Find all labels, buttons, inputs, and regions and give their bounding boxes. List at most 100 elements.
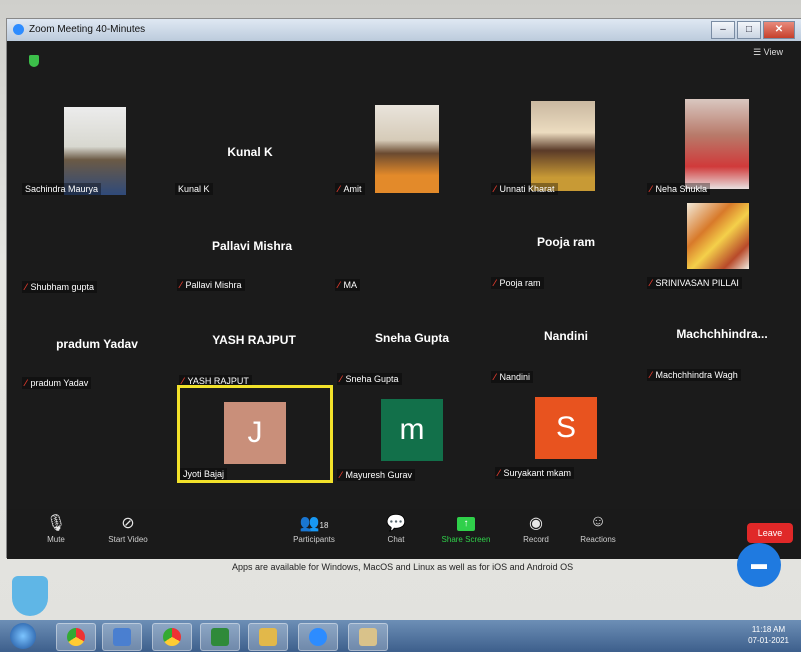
muted-mic-icon: ⁄ [494,278,496,288]
participant-video [531,101,595,191]
start-video-button[interactable]: ⊘ Start Video [93,513,163,544]
chat-icon: 💬 [386,515,406,532]
participant-tile[interactable]: Nandini ⁄ Nandini [491,293,641,383]
participant-tile[interactable]: m ⁄ Mayuresh Gurav [337,385,487,481]
shield-app-icon [12,576,48,616]
participant-tile[interactable]: ⁄ Neha Shukla [647,99,797,195]
windows-taskbar: 11:18 AM 07-01-2021 [0,620,801,652]
microphone-icon: 🎙 [45,515,67,532]
taskbar-chrome-2[interactable] [152,623,192,651]
zoom-icon [309,628,327,646]
participant-name: ⁄ Machchhindra Wagh [647,369,741,381]
participant-name: ⁄ Sneha Gupta [337,373,402,385]
minimize-button[interactable]: – [711,21,735,39]
security-shield-icon[interactable] [29,55,39,67]
participant-tile[interactable]: Pallavi Mishra ⁄ Pallavi Mishra [177,201,327,291]
chat-button[interactable]: 💬 Chat [361,513,431,544]
reactions-button[interactable]: ☺ Reactions [563,513,633,544]
participant-tile[interactable]: ⁄ Shubham gupta [22,201,172,293]
participant-name: Sachindra Maurya [22,183,102,195]
maximize-button[interactable]: □ [737,21,761,39]
participant-tile[interactable]: Machchhindra... ⁄ Machchhindra Wagh [647,291,797,381]
participant-tile[interactable]: ⁄ SRINIVASAN PILLAI [647,199,797,289]
participant-center-name: pradum Yadav [56,337,138,351]
mute-label: Mute [47,535,65,544]
paint-icon [359,628,377,646]
participant-tile[interactable]: pradum Yadav ⁄ pradum Yadav [22,297,172,389]
participant-tile[interactable]: ⁄ MA [335,201,485,291]
muted-mic-icon: ⁄ [494,372,496,382]
leave-button[interactable]: Leave [747,523,793,543]
meeting-toolbar: 🎙 Mute ⊘ Start Video 👥18 Participants 💬 … [7,509,801,559]
participant-tile[interactable]: Kunal K Kunal K [175,105,325,195]
folder-icon [259,628,277,646]
close-button[interactable]: ✕ [763,21,795,39]
window-title: Zoom Meeting 40-Minutes [29,24,146,35]
start-video-label: Start Video [108,535,148,544]
avatar-m: m [381,399,443,461]
muted-mic-icon: ⁄ [650,370,652,380]
participant-name: ⁄ Pallavi Mishra [177,279,245,291]
participant-name: ⁄ pradum Yadav [22,377,92,389]
taskbar-chrome[interactable] [56,623,96,651]
zoom-logo-icon [13,24,24,35]
taskbar-paint[interactable] [348,623,388,651]
participant-center-name: Kunal K [227,145,273,159]
muted-mic-icon: ⁄ [340,374,342,384]
participant-name: ⁄ Pooja ram [491,277,544,289]
share-screen-button[interactable]: ↑ Share Screen [431,513,501,544]
view-button[interactable]: ☰ View [753,47,783,58]
share-screen-label: Share Screen [441,535,491,544]
participant-tile[interactable]: ⁄ Amit [335,99,485,195]
zoom-window: Zoom Meeting 40-Minutes – □ ✕ ☰ View Sac… [6,18,801,559]
participants-icon: 👥18 [299,515,329,532]
mute-button[interactable]: 🎙 Mute [21,513,91,544]
muted-mic-icon: ⁄ [650,278,652,288]
participant-name: ⁄ Neha Shukla [647,183,711,195]
share-screen-icon: ↑ [431,513,501,535]
view-label: View [763,47,783,57]
participant-video [64,107,126,195]
reactions-icon: ☺ [589,513,607,530]
start-button[interactable] [10,623,36,649]
record-button[interactable]: ◉ Record [501,513,571,544]
participant-video [685,99,749,189]
participant-center-name: Nandini [544,329,588,343]
taskbar-clock[interactable]: 11:18 AM 07-01-2021 [748,624,789,646]
taskbar-zoom[interactable] [298,623,338,651]
taskbar-excel[interactable] [200,623,240,651]
participant-center-name: Machchhindra... [676,327,768,341]
participant-tile[interactable]: Sachindra Maurya [22,105,172,195]
participant-video [687,203,749,269]
chrome-icon [163,628,181,646]
participant-tile[interactable]: Pooja ram ⁄ Pooja ram [491,199,641,289]
record-label: Record [523,535,549,544]
participant-count: 18 [319,521,329,530]
participant-tile[interactable]: S ⁄ Suryakant mkam [495,383,645,479]
participant-name: ⁄ Nandini [491,371,534,383]
taskbar-explorer[interactable] [248,623,288,651]
muted-mic-icon: ⁄ [25,378,27,388]
apps-availability-text: Apps are available for Windows, MacOS an… [232,562,574,572]
participant-name: ⁄ MA [335,279,361,291]
active-speaker-tile[interactable]: J Jyoti Bajaj [177,385,333,483]
app-icon [113,628,131,646]
taskbar-app[interactable] [102,623,142,651]
participants-button[interactable]: 👥18 Participants [279,513,349,544]
participant-center-name: Pallavi Mishra [211,239,293,253]
participant-center-name: YASH RAJPUT [212,333,296,347]
participant-name: ⁄ Suryakant mkam [495,467,575,479]
chat-bubble-icon[interactable]: ▬ [737,543,781,587]
participant-name: Jyoti Bajaj [180,468,228,480]
participant-tile[interactable]: ⁄ Unnati Kharat [491,99,641,195]
muted-mic-icon: ⁄ [25,282,27,292]
participant-tile[interactable]: Sneha Gupta ⁄ Sneha Gupta [337,295,487,385]
muted-mic-icon: ⁄ [494,184,496,194]
participants-label: Participants [293,535,335,544]
participant-video [375,105,439,193]
participant-tile[interactable]: YASH RAJPUT ⁄ YASH RAJPUT [179,297,329,387]
chrome-icon [67,628,85,646]
participant-name: ⁄ SRINIVASAN PILLAI [647,277,742,289]
participant-name: ⁄ Amit [335,183,365,195]
chat-label: Chat [387,535,405,544]
